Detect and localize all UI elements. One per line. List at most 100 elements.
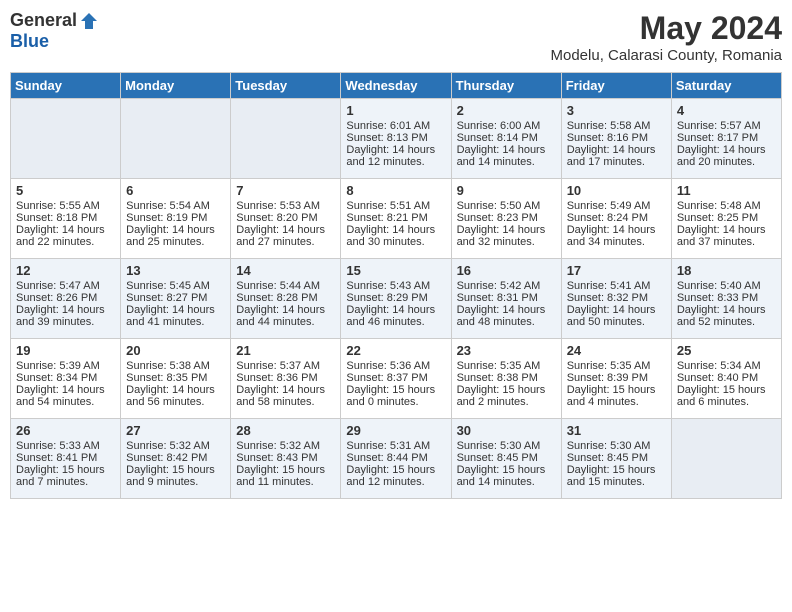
calendar-cell: 22Sunrise: 5:36 AMSunset: 8:37 PMDayligh… xyxy=(341,339,451,419)
sunset-text: Sunset: 8:16 PM xyxy=(567,132,666,144)
column-header-saturday: Saturday xyxy=(671,73,781,99)
day-number: 30 xyxy=(457,423,556,438)
daylight-text: Daylight: 15 hours and 14 minutes. xyxy=(457,464,556,488)
sunrise-text: Sunrise: 5:57 AM xyxy=(677,120,776,132)
daylight-text: Daylight: 15 hours and 11 minutes. xyxy=(236,464,335,488)
calendar-week-row: 19Sunrise: 5:39 AMSunset: 8:34 PMDayligh… xyxy=(11,339,782,419)
sunrise-text: Sunrise: 5:35 AM xyxy=(457,360,556,372)
sunrise-text: Sunrise: 5:32 AM xyxy=(236,440,335,452)
sunset-text: Sunset: 8:41 PM xyxy=(16,452,115,464)
calendar-cell: 9Sunrise: 5:50 AMSunset: 8:23 PMDaylight… xyxy=(451,179,561,259)
sunset-text: Sunset: 8:39 PM xyxy=(567,372,666,384)
daylight-text: Daylight: 14 hours and 50 minutes. xyxy=(567,304,666,328)
sunrise-text: Sunrise: 5:55 AM xyxy=(16,200,115,212)
day-number: 12 xyxy=(16,263,115,278)
day-number: 21 xyxy=(236,343,335,358)
sunrise-text: Sunrise: 5:34 AM xyxy=(677,360,776,372)
daylight-text: Daylight: 14 hours and 44 minutes. xyxy=(236,304,335,328)
calendar-cell: 11Sunrise: 5:48 AMSunset: 8:25 PMDayligh… xyxy=(671,179,781,259)
column-header-wednesday: Wednesday xyxy=(341,73,451,99)
daylight-text: Daylight: 14 hours and 56 minutes. xyxy=(126,384,225,408)
calendar-cell: 18Sunrise: 5:40 AMSunset: 8:33 PMDayligh… xyxy=(671,259,781,339)
sunset-text: Sunset: 8:36 PM xyxy=(236,372,335,384)
calendar-cell: 5Sunrise: 5:55 AMSunset: 8:18 PMDaylight… xyxy=(11,179,121,259)
day-number: 16 xyxy=(457,263,556,278)
daylight-text: Daylight: 14 hours and 39 minutes. xyxy=(16,304,115,328)
column-header-sunday: Sunday xyxy=(11,73,121,99)
calendar-cell xyxy=(671,419,781,499)
calendar-cell: 3Sunrise: 5:58 AMSunset: 8:16 PMDaylight… xyxy=(561,99,671,179)
sunset-text: Sunset: 8:27 PM xyxy=(126,292,225,304)
sunset-text: Sunset: 8:19 PM xyxy=(126,212,225,224)
sunset-text: Sunset: 8:26 PM xyxy=(16,292,115,304)
sunrise-text: Sunrise: 5:49 AM xyxy=(567,200,666,212)
sunset-text: Sunset: 8:37 PM xyxy=(346,372,445,384)
day-number: 11 xyxy=(677,183,776,198)
day-number: 19 xyxy=(16,343,115,358)
daylight-text: Daylight: 14 hours and 12 minutes. xyxy=(346,144,445,168)
day-number: 8 xyxy=(346,183,445,198)
sunrise-text: Sunrise: 5:35 AM xyxy=(567,360,666,372)
day-number: 13 xyxy=(126,263,225,278)
calendar-cell: 28Sunrise: 5:32 AMSunset: 8:43 PMDayligh… xyxy=(231,419,341,499)
calendar-week-row: 12Sunrise: 5:47 AMSunset: 8:26 PMDayligh… xyxy=(11,259,782,339)
day-number: 20 xyxy=(126,343,225,358)
daylight-text: Daylight: 14 hours and 27 minutes. xyxy=(236,224,335,248)
daylight-text: Daylight: 14 hours and 30 minutes. xyxy=(346,224,445,248)
sunrise-text: Sunrise: 5:45 AM xyxy=(126,280,225,292)
calendar-cell: 19Sunrise: 5:39 AMSunset: 8:34 PMDayligh… xyxy=(11,339,121,419)
sunrise-text: Sunrise: 5:30 AM xyxy=(457,440,556,452)
calendar-cell: 13 Sunrise: 5:45 AMSunset: 8:27 PMDayligh… xyxy=(121,259,231,339)
sunrise-text: Sunrise: 5:41 AM xyxy=(567,280,666,292)
sunset-text: Sunset: 8:45 PM xyxy=(567,452,666,464)
sunrise-text: Sunrise: 6:01 AM xyxy=(346,120,445,132)
sunset-text: Sunset: 8:44 PM xyxy=(346,452,445,464)
column-header-monday: Monday xyxy=(121,73,231,99)
daylight-text: Daylight: 15 hours and 6 minutes. xyxy=(677,384,776,408)
sunrise-text: Sunrise: 5:37 AM xyxy=(236,360,335,372)
sunset-text: Sunset: 8:20 PM xyxy=(236,212,335,224)
sunrise-text: Sunrise: 5:31 AM xyxy=(346,440,445,452)
calendar-cell xyxy=(11,99,121,179)
calendar-week-row: 5Sunrise: 5:55 AMSunset: 8:18 PMDaylight… xyxy=(11,179,782,259)
daylight-text: Daylight: 15 hours and 0 minutes. xyxy=(346,384,445,408)
calendar-header-row: SundayMondayTuesdayWednesdayThursdayFrid… xyxy=(11,73,782,99)
daylight-text: Daylight: 14 hours and 32 minutes. xyxy=(457,224,556,248)
daylight-text: Daylight: 14 hours and 46 minutes. xyxy=(346,304,445,328)
sunrise-text: Sunrise: 5:51 AM xyxy=(346,200,445,212)
sunset-text: Sunset: 8:40 PM xyxy=(677,372,776,384)
page-header: General Blue May 2024 Modelu, Calarasi C… xyxy=(10,10,782,64)
day-number: 18 xyxy=(677,263,776,278)
daylight-text: Daylight: 14 hours and 22 minutes. xyxy=(16,224,115,248)
logo-blue-text: Blue xyxy=(10,31,49,52)
month-title: May 2024 xyxy=(551,10,783,47)
day-number: 27 xyxy=(126,423,225,438)
calendar-week-row: 1Sunrise: 6:01 AMSunset: 8:13 PMDaylight… xyxy=(11,99,782,179)
sunset-text: Sunset: 8:42 PM xyxy=(126,452,225,464)
sunset-text: Sunset: 8:18 PM xyxy=(16,212,115,224)
day-number: 23 xyxy=(457,343,556,358)
sunset-text: Sunset: 8:25 PM xyxy=(677,212,776,224)
day-number: 26 xyxy=(16,423,115,438)
day-number: 2 xyxy=(457,103,556,118)
logo-general-text: General xyxy=(10,10,77,31)
calendar-cell: 29Sunrise: 5:31 AMSunset: 8:44 PMDayligh… xyxy=(341,419,451,499)
location-text: Modelu, Calarasi County, Romania xyxy=(551,47,783,64)
daylight-text: Daylight: 14 hours and 14 minutes. xyxy=(457,144,556,168)
day-number: 24 xyxy=(567,343,666,358)
day-number: 15 xyxy=(346,263,445,278)
column-header-friday: Friday xyxy=(561,73,671,99)
calendar-table: SundayMondayTuesdayWednesdayThursdayFrid… xyxy=(10,72,782,499)
sunset-text: Sunset: 8:24 PM xyxy=(567,212,666,224)
daylight-text: Daylight: 15 hours and 4 minutes. xyxy=(567,384,666,408)
calendar-cell: 15Sunrise: 5:43 AMSunset: 8:29 PMDayligh… xyxy=(341,259,451,339)
sunrise-text: Sunrise: 5:38 AM xyxy=(126,360,225,372)
daylight-text: Daylight: 14 hours and 41 minutes. xyxy=(126,304,225,328)
calendar-cell: 24 Sunrise: 5:35 AMSunset: 8:39 PMDayligh… xyxy=(561,339,671,419)
logo: General Blue xyxy=(10,10,99,52)
sunset-text: Sunset: 8:31 PM xyxy=(457,292,556,304)
day-number: 22 xyxy=(346,343,445,358)
sunrise-text: Sunrise: 5:43 AM xyxy=(346,280,445,292)
sunrise-text: Sunrise: 5:42 AM xyxy=(457,280,556,292)
sunset-text: Sunset: 8:43 PM xyxy=(236,452,335,464)
